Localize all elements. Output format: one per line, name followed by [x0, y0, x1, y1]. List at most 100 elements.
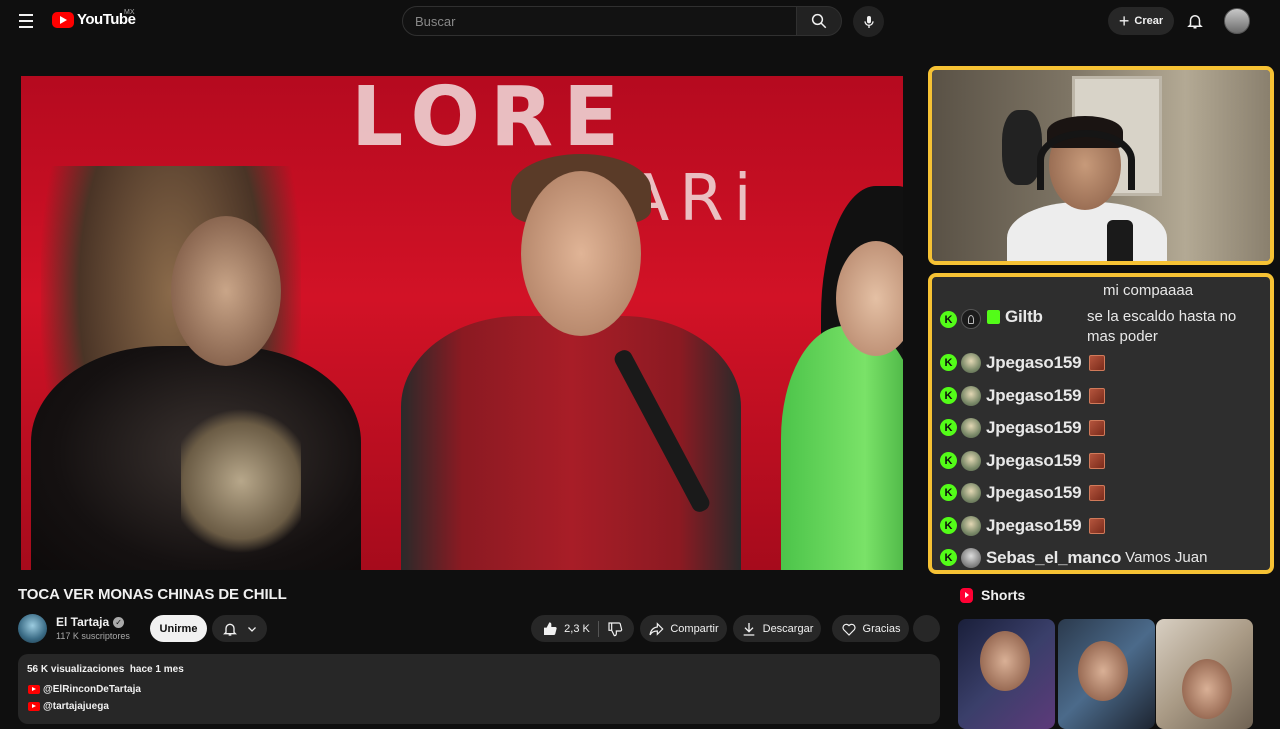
heart-dollar-icon	[842, 623, 856, 636]
voice-search-button[interactable]	[853, 6, 884, 37]
emote-icon	[1089, 485, 1106, 501]
youtube-play-icon	[52, 11, 74, 28]
robot-badge-icon	[987, 310, 1000, 324]
kick-badge-icon: K	[940, 354, 957, 371]
view-stats: 56 K visualizaciones hace 1 mes	[27, 664, 184, 675]
user-avatar	[961, 309, 981, 329]
link-text: @tartajajuega	[43, 701, 109, 712]
description-box[interactable]: 56 K visualizaciones hace 1 mes @ElRinco…	[18, 654, 940, 724]
chat-overlay: mi compaaaa K Giltb se la escaldo hasta …	[928, 273, 1274, 574]
more-actions-button[interactable]	[913, 615, 940, 642]
share-label: Compartir	[670, 622, 719, 635]
user-avatar	[961, 353, 981, 373]
dislike-button[interactable]	[605, 621, 623, 637]
user-avatar	[961, 386, 981, 406]
user-avatar	[961, 548, 981, 568]
chat-username: Jpegaso159	[986, 386, 1082, 405]
thanks-button[interactable]: Gracias	[832, 615, 909, 642]
kick-badge-icon: K	[940, 452, 957, 469]
menu-icon[interactable]	[14, 10, 38, 32]
thumbnail-face	[980, 631, 1030, 691]
create-label: Crear	[1134, 15, 1164, 27]
thumbnail-face	[1182, 659, 1232, 719]
kick-badge-icon: K	[940, 517, 957, 534]
thanks-label: Gracias	[862, 622, 901, 635]
video-person-right-body	[781, 326, 903, 570]
streamer-facecam	[928, 66, 1274, 265]
like-dislike-group: 2,3 K	[531, 615, 634, 642]
search-box	[402, 6, 797, 36]
download-button[interactable]: Descargar	[733, 615, 821, 642]
youtube-icon	[28, 685, 40, 694]
emote-icon	[1089, 453, 1106, 469]
search-button[interactable]	[796, 6, 842, 36]
short-thumbnail[interactable]	[1058, 619, 1155, 729]
user-avatar	[961, 418, 981, 438]
streamer-body	[1007, 202, 1167, 261]
link-text: @ElRinconDeTartaja	[43, 684, 141, 695]
verified-icon: ✓	[113, 616, 125, 628]
bell-icon	[1187, 15, 1203, 29]
chat-message-text: mi compaaaa	[1103, 282, 1194, 299]
user-avatar	[961, 451, 981, 471]
thumbnail-face	[1078, 641, 1128, 701]
join-button[interactable]: Unirme	[150, 615, 207, 642]
youtube-icon	[28, 702, 40, 711]
emote-icon	[1089, 420, 1106, 436]
video-backdrop-text: LORE	[351, 76, 630, 165]
facecam-streamer	[1007, 116, 1167, 261]
search-input[interactable]	[415, 13, 796, 29]
bell-icon	[222, 623, 237, 636]
thumbs-down-icon	[608, 621, 623, 636]
shorts-header: Shorts	[960, 587, 1025, 603]
emote-icon	[1089, 518, 1106, 534]
chat-message: K Jpegaso159	[932, 418, 1270, 438]
description-channel-link[interactable]: @ElRinconDeTartaja	[28, 684, 141, 695]
chat-message: mi compaaaa	[932, 281, 1270, 301]
streamer-microphone	[1107, 220, 1133, 261]
kick-badge-icon: K	[940, 549, 957, 566]
video-person-left-ornament	[181, 406, 301, 556]
chat-username: Giltb	[1005, 307, 1043, 326]
video-player[interactable]: LORE PARi	[21, 76, 903, 570]
headphones-icon	[1037, 130, 1135, 190]
user-avatar	[961, 483, 981, 503]
user-avatar	[961, 516, 981, 536]
shorts-title: Shorts	[981, 587, 1026, 603]
short-thumbnail[interactable]	[958, 619, 1055, 729]
chat-message-text: se la escaldo hasta no mas poder	[1087, 308, 1237, 345]
youtube-logo[interactable]: YouTube MX	[52, 9, 136, 28]
like-count: 2,3 K	[564, 622, 590, 635]
channel-name-link[interactable]: El Tartaja ✓	[56, 615, 125, 629]
chat-username: Jpegaso159	[986, 451, 1082, 470]
kick-badge-icon: K	[940, 484, 957, 501]
chat-username: Jpegaso159	[986, 483, 1082, 502]
chat-username: Jpegaso159	[986, 353, 1082, 372]
notifications-button[interactable]	[1182, 8, 1208, 34]
chat-username: Jpegaso159	[986, 418, 1082, 437]
share-button[interactable]: Compartir	[640, 615, 727, 642]
chat-message: K Jpegaso159	[932, 386, 1270, 406]
kick-badge-icon: K	[940, 419, 957, 436]
chat-username: Sebas_el_manco	[986, 548, 1122, 567]
create-button[interactable]: + Crear	[1108, 7, 1174, 35]
chat-message: K Jpegaso159	[932, 516, 1270, 536]
chat-message: K Jpegaso159	[932, 483, 1270, 503]
description-channel-link[interactable]: @tartajajuega	[28, 701, 109, 712]
like-button[interactable]: 2,3 K	[542, 620, 599, 637]
shorts-icon	[960, 587, 973, 603]
channel-avatar[interactable]	[18, 614, 47, 643]
subscription-notifications-button[interactable]	[212, 615, 267, 642]
microphone-icon	[863, 15, 874, 28]
kick-badge-icon: K	[940, 311, 957, 328]
search-icon	[811, 13, 827, 29]
share-icon	[649, 621, 664, 636]
chat-message-text: Vamos Juan	[1125, 549, 1208, 566]
account-avatar[interactable]	[1224, 8, 1250, 34]
download-icon	[743, 622, 754, 636]
chat-message: K Jpegaso159	[932, 451, 1270, 471]
chat-username: Jpegaso159	[986, 516, 1082, 535]
short-thumbnail[interactable]	[1156, 619, 1253, 729]
emote-icon	[1089, 388, 1106, 404]
channel-name: El Tartaja	[56, 615, 110, 629]
